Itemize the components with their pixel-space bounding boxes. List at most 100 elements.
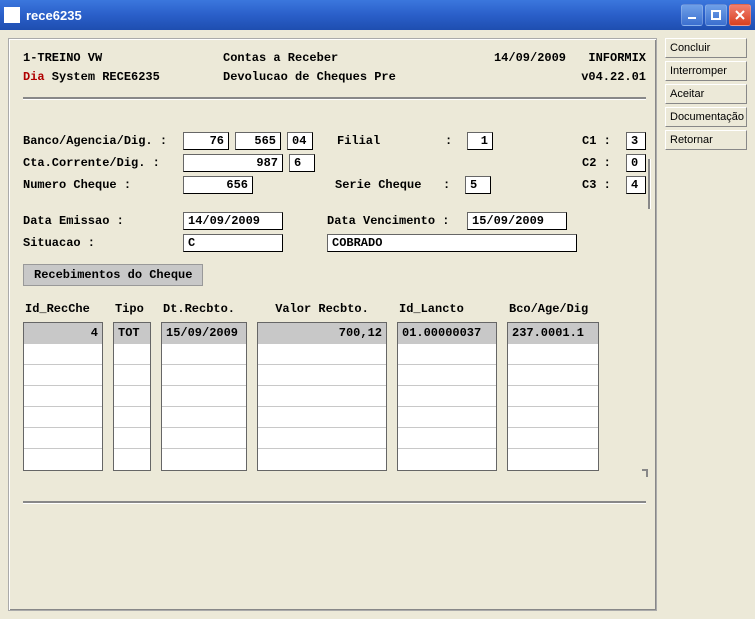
table-cell[interactable] xyxy=(258,407,386,428)
program-header: 1-TREINO VW Contas a Receber 14/09/2009 … xyxy=(23,49,646,87)
table-cell[interactable] xyxy=(114,344,150,365)
screen-title: Devolucao de Cheques Pre xyxy=(223,68,476,87)
table-cell[interactable] xyxy=(162,428,246,449)
panel-tick-icon xyxy=(648,159,650,209)
maximize-button[interactable] xyxy=(705,4,727,26)
table-cell[interactable] xyxy=(24,449,102,470)
table-cell[interactable] xyxy=(258,344,386,365)
table-cell[interactable] xyxy=(398,386,496,407)
situacao-text-field: COBRADO xyxy=(327,234,577,252)
col-bco[interactable]: 237.0001.1 xyxy=(507,322,599,471)
table-cell[interactable] xyxy=(162,344,246,365)
table-cell[interactable] xyxy=(258,365,386,386)
table-cell[interactable] xyxy=(398,428,496,449)
retornar-button[interactable]: Retornar xyxy=(665,130,747,150)
version-label: v04.22.01 xyxy=(566,68,646,87)
table-cell[interactable] xyxy=(162,365,246,386)
num-cheque-label: Numero Cheque : xyxy=(23,178,183,192)
table-cell[interactable] xyxy=(508,428,598,449)
table-cell[interactable] xyxy=(258,449,386,470)
col-lancto[interactable]: 01.00000037 xyxy=(397,322,497,471)
table-cell[interactable] xyxy=(162,449,246,470)
table-cell[interactable]: TOT xyxy=(114,323,150,344)
digito-field[interactable]: 04 xyxy=(287,132,313,150)
divider xyxy=(23,97,646,100)
c1-field[interactable]: 3 xyxy=(626,132,646,150)
table-cell[interactable] xyxy=(398,344,496,365)
system-program-label: System RECE6235 xyxy=(45,70,160,84)
table-cell[interactable]: 4 xyxy=(24,323,102,344)
table-cell[interactable] xyxy=(398,407,496,428)
divider xyxy=(23,501,646,504)
table-cell[interactable]: 01.00000037 xyxy=(398,323,496,344)
window-controls xyxy=(681,4,751,26)
cta-dig-field[interactable]: 6 xyxy=(289,154,315,172)
cta-corrente-field[interactable]: 987 xyxy=(183,154,283,172)
col-id[interactable]: 4 xyxy=(23,322,103,471)
table-cell[interactable] xyxy=(508,449,598,470)
table-cell[interactable] xyxy=(24,428,102,449)
table-cell[interactable] xyxy=(162,407,246,428)
c3-field[interactable]: 4 xyxy=(626,176,646,194)
c2-field[interactable]: 0 xyxy=(626,154,646,172)
concluir-button[interactable]: Concluir xyxy=(665,38,747,58)
table-cell[interactable]: 15/09/2009 xyxy=(162,323,246,344)
recebimentos-table: Id_RecChe 4 Tipo TOT xyxy=(23,292,646,471)
table-cell[interactable] xyxy=(114,386,150,407)
c3-label: C3 : xyxy=(582,178,626,192)
table-cell[interactable]: 700,12 xyxy=(258,323,386,344)
col-dtrec[interactable]: 15/09/2009 xyxy=(161,322,247,471)
table-cell[interactable] xyxy=(398,449,496,470)
cta-label: Cta.Corrente/Dig. : xyxy=(23,156,183,170)
emissao-label: Data Emissao : xyxy=(23,214,183,228)
table-cell[interactable] xyxy=(398,365,496,386)
filial-label: Filial : xyxy=(337,134,467,148)
banco-label: Banco/Agencia/Dig. : xyxy=(23,134,183,148)
num-cheque-field[interactable]: 656 xyxy=(183,176,253,194)
vencimento-field[interactable]: 15/09/2009 xyxy=(467,212,567,230)
db-label: INFORMIX xyxy=(566,49,646,68)
emissao-field[interactable]: 14/09/2009 xyxy=(183,212,283,230)
situacao-label: Situacao : xyxy=(23,236,183,250)
window-title: rece6235 xyxy=(26,8,681,23)
interromper-button[interactable]: Interromper xyxy=(665,61,747,81)
table-cell[interactable] xyxy=(162,386,246,407)
table-cell[interactable] xyxy=(508,344,598,365)
table-cell[interactable] xyxy=(24,407,102,428)
banco-field[interactable]: 76 xyxy=(183,132,229,150)
col-valor-header: Valor Recbto. xyxy=(257,300,387,322)
table-cell[interactable] xyxy=(114,407,150,428)
serie-label: Serie Cheque : xyxy=(335,178,465,192)
close-button[interactable] xyxy=(729,4,751,26)
table-cell[interactable] xyxy=(508,386,598,407)
table-cell[interactable] xyxy=(258,428,386,449)
table-cell[interactable] xyxy=(114,428,150,449)
documentacao-button[interactable]: Documentação xyxy=(665,107,747,127)
header-date: 14/09/2009 xyxy=(476,49,566,68)
col-bco-header: Bco/Age/Dig xyxy=(507,300,599,322)
section-title: Recebimentos do Cheque xyxy=(23,264,203,286)
venc-label: Data Vencimento : xyxy=(327,214,467,228)
table-cell[interactable] xyxy=(508,365,598,386)
agencia-field[interactable]: 565 xyxy=(235,132,281,150)
table-cell[interactable] xyxy=(508,407,598,428)
aceitar-button[interactable]: Aceitar xyxy=(665,84,747,104)
col-lancto-header: Id_Lancto xyxy=(397,300,497,322)
filial-field[interactable]: 1 xyxy=(467,132,493,150)
table-cell[interactable] xyxy=(114,449,150,470)
c1-label: C1 : xyxy=(582,134,626,148)
serie-field[interactable]: 5 xyxy=(465,176,491,194)
situacao-code-field[interactable]: C xyxy=(183,234,283,252)
col-tipo[interactable]: TOT xyxy=(113,322,151,471)
table-cell[interactable] xyxy=(24,386,102,407)
c2-label: C2 : xyxy=(582,156,626,170)
col-valor[interactable]: 700,12 xyxy=(257,322,387,471)
table-cell[interactable] xyxy=(258,386,386,407)
table-cell[interactable]: 237.0001.1 xyxy=(508,323,598,344)
module-label: Contas a Receber xyxy=(223,49,476,68)
minimize-button[interactable] xyxy=(681,4,703,26)
table-cell[interactable] xyxy=(24,344,102,365)
table-cell[interactable] xyxy=(24,365,102,386)
col-id-header: Id_RecChe xyxy=(23,300,103,322)
table-cell[interactable] xyxy=(114,365,150,386)
